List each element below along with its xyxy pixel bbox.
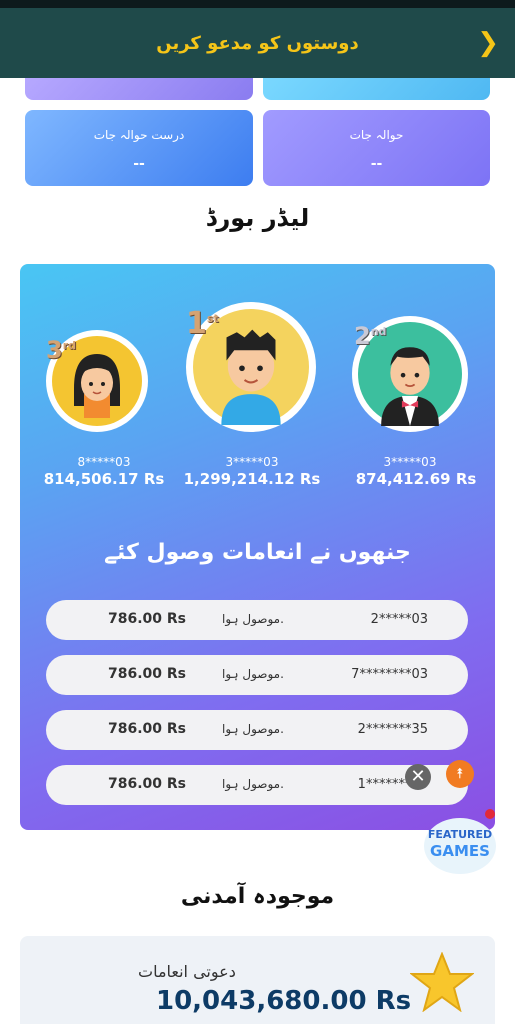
invite-rewards-value: 10,043,680.00 Rs	[156, 986, 412, 1016]
current-earnings-title: موجودہ آمدنی	[180, 884, 335, 909]
rank-suffix: st	[206, 312, 219, 325]
reward-user: 7********03	[351, 667, 428, 682]
featured-games-button[interactable]: FEATURED GAMES	[420, 808, 500, 878]
reward-status: موصول ہوا.	[222, 722, 284, 736]
chevron-up-icon[interactable]: ⯭	[446, 760, 474, 788]
reward-amount: 786.00 Rs	[108, 666, 187, 682]
rank-suffix: nd	[370, 325, 387, 338]
reward-amount: 786.00 Rs	[108, 776, 187, 792]
reward-amount: 786.00 Rs	[108, 721, 187, 737]
player-amount-second: 874,412.69 Rs	[355, 470, 477, 488]
rewards-title: جنھوں نے انعامات وصول کئے	[104, 540, 411, 565]
svg-text:GAMES: GAMES	[430, 842, 490, 860]
reward-row: 786.00 Rs موصول ہوا. 7********03	[46, 655, 468, 695]
reward-user: 2*******35	[357, 722, 428, 737]
reward-row: 786.00 Rs موصول ہوا. 1*******03	[46, 765, 468, 805]
referrals-value: --	[370, 156, 383, 172]
invite-friends-header[interactable]: دوستوں کو مدعو کریں ❯	[0, 8, 515, 78]
player-amount-first: 1,299,214.12 Rs	[183, 470, 321, 488]
reward-status: موصول ہوا.	[222, 777, 284, 791]
reward-row: 786.00 Rs موصول ہوا. 2*******35	[46, 710, 468, 750]
reward-status: موصول ہوا.	[222, 612, 284, 626]
rank-number: 1	[186, 306, 207, 341]
reward-user: 2*****03	[370, 612, 428, 627]
player-id-third: 8*****03	[77, 455, 131, 469]
rank-badge-first: 1st	[186, 306, 219, 341]
player-amount-third: 814,506.17 Rs	[43, 470, 165, 488]
valid-referrals-value: --	[133, 156, 145, 172]
stat-card-top-right	[263, 78, 490, 100]
rank-badge-second: 2nd	[354, 322, 386, 350]
star-trophy-icon	[410, 952, 474, 1012]
featured-games-icon: FEATURED GAMES	[424, 809, 496, 874]
reward-amount: 786.00 Rs	[108, 611, 187, 627]
close-icon[interactable]: ✕	[405, 764, 431, 790]
rank-number: 3	[46, 336, 63, 364]
svg-text:FEATURED: FEATURED	[428, 828, 492, 841]
valid-referrals-card: درست حوالہ جات --	[25, 110, 253, 186]
rank-badge-third: 3rd	[46, 336, 76, 364]
header-title: دوستوں کو مدعو کریں	[156, 32, 359, 54]
reward-row: 786.00 Rs موصول ہوا. 2*****03	[46, 600, 468, 640]
reward-status: موصول ہوا.	[222, 667, 284, 681]
valid-referrals-label: درست حوالہ جات	[93, 128, 185, 142]
rank-suffix: rd	[62, 339, 77, 352]
referrals-label: حوالہ جات	[349, 128, 404, 142]
rank-number: 2	[354, 322, 371, 350]
status-strip	[0, 0, 515, 8]
stat-card-top-left	[25, 78, 253, 100]
referrals-card: حوالہ جات --	[263, 110, 490, 186]
player-id-second: 3*****03	[383, 455, 437, 469]
player-id-first: 3*****03	[225, 455, 279, 469]
invite-rewards-label: دعوتی انعامات	[138, 962, 236, 981]
chevron-right-icon[interactable]: ❯	[477, 28, 499, 58]
leaderboard-title: لیڈر بورڈ	[205, 204, 310, 232]
